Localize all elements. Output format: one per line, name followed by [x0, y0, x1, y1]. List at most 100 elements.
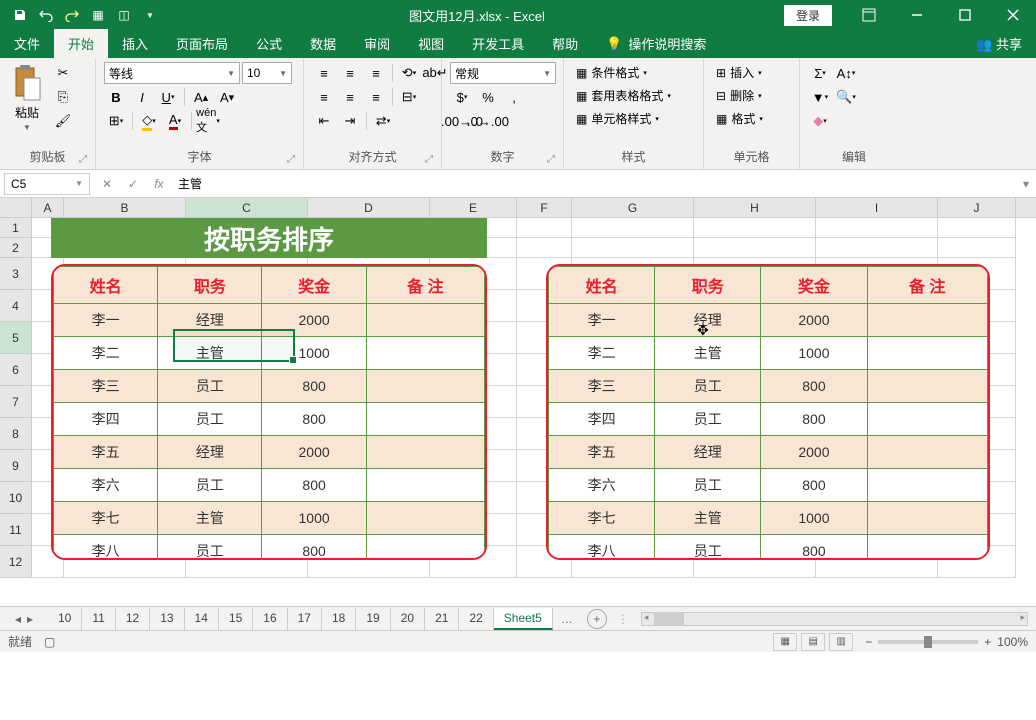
bold-icon[interactable]: B	[104, 86, 128, 108]
grid-cell[interactable]	[32, 218, 64, 238]
grid-cell[interactable]	[64, 482, 186, 514]
grid-cell[interactable]	[517, 546, 572, 578]
grid-cell[interactable]	[572, 258, 694, 290]
tab-home[interactable]: 开始	[54, 29, 108, 58]
sheet-tab-20[interactable]: 20	[391, 608, 425, 630]
grid-cell[interactable]	[186, 450, 308, 482]
grid-cell[interactable]	[572, 418, 694, 450]
cut-icon[interactable]: ✂	[50, 62, 76, 84]
row-header-2[interactable]: 2	[0, 238, 32, 258]
column-header-J[interactable]: J	[938, 198, 1016, 217]
grid-cell[interactable]	[816, 450, 938, 482]
grid-cell[interactable]	[816, 238, 938, 258]
minimize-icon[interactable]	[894, 0, 940, 30]
format-painter-icon[interactable]: 🖌	[50, 110, 76, 132]
tab-insert[interactable]: 插入	[108, 29, 162, 58]
italic-icon[interactable]: I	[130, 86, 154, 108]
grid-cell[interactable]	[572, 450, 694, 482]
grid-cell[interactable]	[816, 514, 938, 546]
qat-dropdown-icon[interactable]: ▼	[138, 3, 162, 27]
grid-cell[interactable]	[694, 354, 816, 386]
row-header-9[interactable]: 9	[0, 450, 32, 482]
decrease-decimal-icon[interactable]: .0→.00	[476, 110, 500, 132]
grid-cell[interactable]	[64, 386, 186, 418]
grid-cell[interactable]	[938, 418, 1016, 450]
font-color-icon[interactable]: A▾	[163, 110, 187, 132]
tab-page-layout[interactable]: 页面布局	[162, 29, 242, 58]
sheet-tab-12[interactable]: 12	[116, 608, 150, 630]
grid-cell[interactable]	[938, 258, 1016, 290]
close-icon[interactable]	[990, 0, 1036, 30]
formula-input[interactable]: 主管	[172, 175, 1016, 192]
align-left-icon[interactable]: ≡	[312, 86, 336, 108]
grid-cell[interactable]	[430, 386, 517, 418]
save-icon[interactable]	[8, 3, 32, 27]
grid-cell[interactable]	[186, 290, 308, 322]
row-header-1[interactable]: 1	[0, 218, 32, 238]
tab-developer[interactable]: 开发工具	[458, 29, 538, 58]
grid-cell[interactable]	[694, 238, 816, 258]
grid-cell[interactable]	[430, 546, 517, 578]
sheet-tab-21[interactable]: 21	[425, 608, 459, 630]
sheet-tab-17[interactable]: 17	[288, 608, 322, 630]
grid-cell[interactable]	[430, 354, 517, 386]
grid-cell[interactable]	[308, 482, 430, 514]
grid-cell[interactable]	[186, 386, 308, 418]
decrease-indent-icon[interactable]: ⇤	[312, 110, 336, 132]
grid-cell[interactable]	[694, 290, 816, 322]
grid-cell[interactable]	[517, 482, 572, 514]
page-break-view-icon[interactable]: ▥	[829, 633, 853, 651]
column-header-F[interactable]: F	[517, 198, 572, 217]
font-name-combo[interactable]: 等线▼	[104, 62, 240, 84]
enter-formula-icon[interactable]: ✓	[120, 173, 146, 195]
cancel-formula-icon[interactable]: ✕	[94, 173, 120, 195]
grid-cell[interactable]	[430, 322, 517, 354]
row-header-8[interactable]: 8	[0, 418, 32, 450]
grid-cell[interactable]	[186, 354, 308, 386]
grid-cell[interactable]	[64, 290, 186, 322]
grid-cell[interactable]	[430, 258, 517, 290]
name-box[interactable]: C5▼	[4, 173, 90, 195]
insert-cells-button[interactable]: ⊞插入▾	[712, 62, 767, 83]
grid-cell[interactable]	[308, 514, 430, 546]
row-header-7[interactable]: 7	[0, 386, 32, 418]
launcher-icon[interactable]: ⤢	[425, 154, 433, 165]
grid-cell[interactable]	[64, 418, 186, 450]
sort-filter-icon[interactable]: A↕▾	[834, 62, 858, 84]
format-as-table-button[interactable]: ▦套用表格格式▾	[572, 85, 675, 106]
grid-cell[interactable]	[694, 514, 816, 546]
grid-cell[interactable]	[308, 290, 430, 322]
grid-cell[interactable]	[694, 386, 816, 418]
grid-cell[interactable]	[64, 546, 186, 578]
grid-cell[interactable]	[430, 218, 517, 238]
redo-icon[interactable]	[60, 3, 84, 27]
grid-cell[interactable]	[186, 418, 308, 450]
shrink-font-icon[interactable]: A▾	[215, 86, 239, 108]
grid-cell[interactable]	[694, 218, 816, 238]
grid-cell[interactable]	[572, 218, 694, 238]
row-header-4[interactable]: 4	[0, 290, 32, 322]
paste-button[interactable]: 粘贴 ▼	[8, 62, 46, 134]
fill-color-icon[interactable]: ◇▾	[137, 110, 161, 132]
merge-icon[interactable]: ⊟▾	[397, 86, 421, 108]
grid-cell[interactable]	[32, 322, 64, 354]
grid-cell[interactable]	[938, 218, 1016, 238]
column-header-G[interactable]: G	[572, 198, 694, 217]
grid-cell[interactable]	[32, 514, 64, 546]
sheet-tab-14[interactable]: 14	[185, 608, 219, 630]
grid-cell[interactable]	[308, 258, 430, 290]
launcher-icon[interactable]: ⤢	[547, 154, 555, 165]
grid-cell[interactable]	[517, 218, 572, 238]
percent-icon[interactable]: %	[476, 86, 500, 108]
formula-expand-icon[interactable]: ▾	[1016, 177, 1036, 191]
grid-cell[interactable]	[32, 290, 64, 322]
sheet-tab-13[interactable]: 13	[150, 608, 184, 630]
grid-cell[interactable]	[517, 450, 572, 482]
tab-review[interactable]: 审阅	[350, 29, 404, 58]
grid-cell[interactable]	[64, 258, 186, 290]
sheet-tab-22[interactable]: 22	[459, 608, 493, 630]
borders-icon[interactable]: ⊞▾	[104, 110, 128, 132]
delete-cells-button[interactable]: ⊟删除▾	[712, 85, 767, 106]
grid-cell[interactable]	[32, 354, 64, 386]
grid-cell[interactable]	[32, 258, 64, 290]
